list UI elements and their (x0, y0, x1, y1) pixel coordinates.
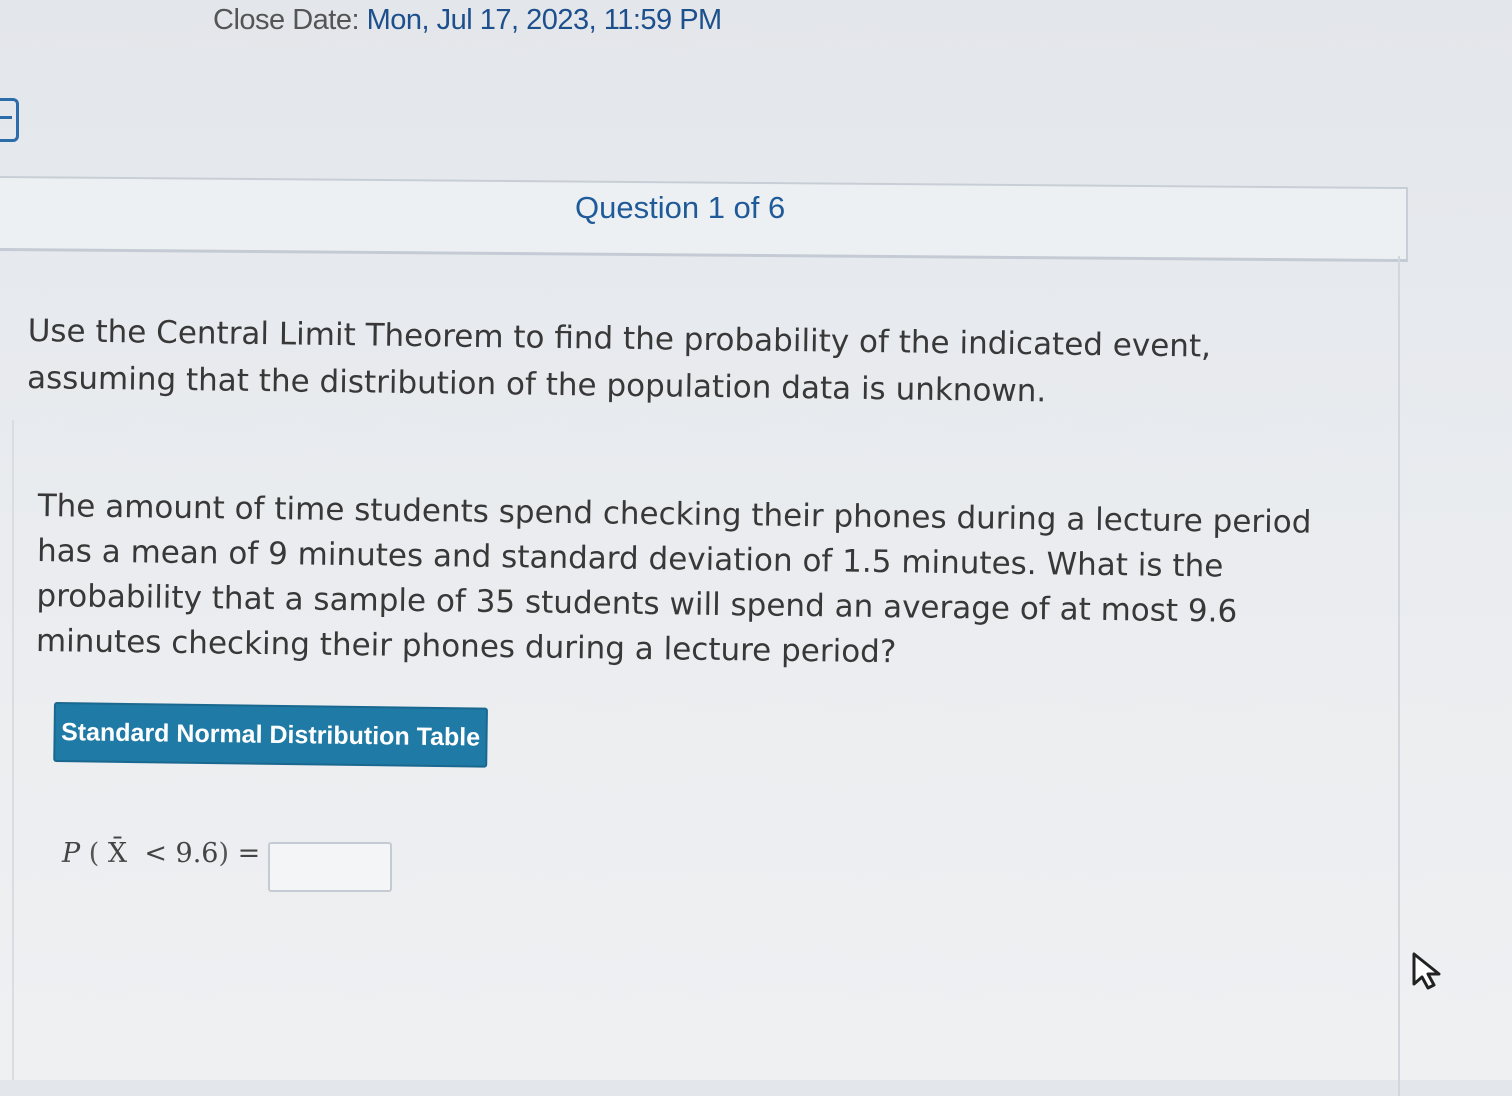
answer-input[interactable] (268, 842, 392, 892)
question-problem: The amount of time students spend checki… (35, 487, 1312, 671)
formula-equals: = (237, 838, 261, 869)
question-title: Question 1 of 6 (575, 190, 786, 225)
standard-normal-table-button[interactable]: Standard Normal Distribution Table (53, 702, 488, 768)
close-date-label: Close Date: (213, 4, 360, 36)
probability-formula: P ( X̄ < 9.6) = (62, 838, 260, 869)
formula-p: P (62, 838, 81, 869)
formula-close-paren: ) (218, 838, 230, 869)
formula-less-than: < (144, 838, 167, 869)
divider (12, 420, 14, 1080)
formula-xbar: X̄ (107, 838, 128, 869)
sidebar-toggle-icon[interactable] (0, 98, 19, 142)
question-prompt: Use the Central Limit Theorem to find th… (26, 312, 1212, 410)
formula-open-paren: ( (88, 838, 100, 869)
formula-value: 9.6 (175, 838, 219, 869)
close-date-value: Mon, Jul 17, 2023, 11:59 PM (366, 4, 723, 36)
close-date: Close Date: Mon, Jul 17, 2023, 11:59 PM (213, 4, 722, 37)
mouse-cursor-icon (1412, 952, 1441, 990)
